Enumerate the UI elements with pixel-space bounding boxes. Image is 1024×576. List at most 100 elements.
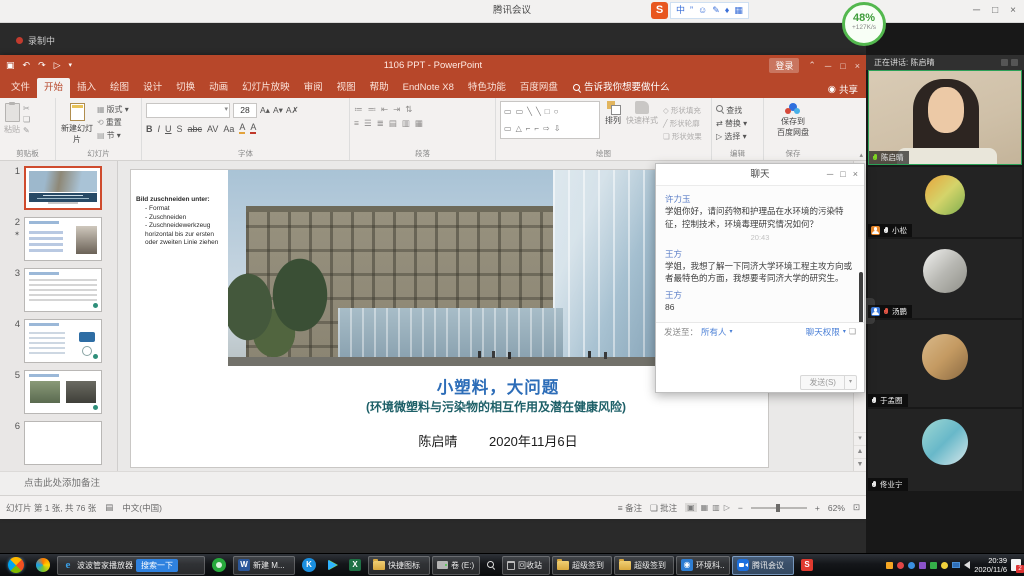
shape-effects-button[interactable]: ❏ 形状效果 (663, 131, 702, 142)
arrange-button[interactable]: 排列 (605, 101, 621, 142)
participant-tile-3[interactable]: 汤鹏 (868, 239, 1022, 318)
numbering-icon[interactable]: ≕ (368, 104, 377, 115)
thumbnail-slide-1[interactable] (24, 166, 102, 210)
save-to-baidu-button[interactable]: 保存到 百度网盘 (768, 103, 818, 138)
close-icon[interactable]: × (855, 61, 860, 71)
slideshow-view-icon[interactable]: ▷ (724, 503, 730, 512)
share-button[interactable]: ◉ 共享 (828, 82, 858, 96)
emoji-icon[interactable]: ☺ (698, 3, 707, 18)
chinese-mode-icon[interactable]: 中 (676, 3, 685, 18)
shape-fill-button[interactable]: ◇ 形状填充 (663, 105, 702, 116)
tray-volume-icon[interactable] (964, 561, 970, 569)
start-button[interactable] (3, 556, 29, 575)
chat-minimize-icon[interactable]: ─ (827, 164, 833, 185)
align-center-icon[interactable]: ☰ (364, 118, 372, 129)
normal-view-icon[interactable]: ▣ (685, 503, 697, 512)
ribbon-options-icon[interactable]: ⌃ (808, 60, 816, 71)
participant-tile-1[interactable]: 陈启晴 (868, 70, 1022, 165)
zoom-in-icon[interactable]: + (815, 503, 820, 513)
paste-button[interactable]: 粘贴 (4, 101, 20, 150)
system-tray[interactable]: 20:39 2020/11/6 2 (886, 556, 1021, 575)
net-speed-ball[interactable]: 48% +127K/s (842, 2, 886, 46)
chat-message-list[interactable]: 许力玉 学姐你好，请问药物和护理品在水环境的污染特征，控制技术，环境毒理研究情况… (656, 186, 864, 322)
chevron-down-icon[interactable]: ▾ (730, 328, 733, 335)
login-button[interactable]: 登录 (769, 58, 799, 73)
taskbar-env-app[interactable]: ◉ 环境科.. (676, 556, 730, 575)
tray-app-icon[interactable] (919, 562, 926, 569)
participant-tile-5[interactable]: 佟业宁 (868, 409, 1022, 491)
window-restore-icon[interactable]: □ (992, 0, 998, 22)
italic-button[interactable]: I (158, 124, 161, 134)
tab-slideshow[interactable]: 幻灯片放映 (235, 78, 297, 98)
zoom-out-icon[interactable]: − (738, 503, 743, 513)
copy-icon[interactable]: ❏ (23, 115, 30, 124)
shape-outline-button[interactable]: ╱ 形状轮廓 (663, 118, 702, 129)
taskbar-player-window[interactable]: e 波波管家播放器 搜索一下 (57, 556, 205, 575)
sorter-view-icon[interactable]: ▦ (701, 503, 709, 512)
window-close-icon[interactable]: × (1010, 0, 1016, 22)
columns-icon[interactable]: ▥ (402, 118, 410, 129)
zoom-level[interactable]: 62% (828, 503, 845, 513)
tab-file[interactable]: 文件 (4, 78, 37, 98)
indent-decrease-icon[interactable]: ⇤ (381, 104, 388, 115)
bullets-icon[interactable]: ≔ (354, 104, 363, 115)
tray-app-icon[interactable] (897, 562, 904, 569)
cut-icon[interactable]: ✂ (23, 104, 30, 113)
taskbar-tencent-meeting[interactable]: 腾讯会议 (732, 556, 794, 575)
align-left-icon[interactable]: ≡ (354, 118, 359, 129)
reset-button[interactable]: ⟲重置 (97, 117, 129, 128)
comments-toggle[interactable]: ❏ 批注 (650, 502, 677, 514)
tab-transitions[interactable]: 切换 (169, 78, 202, 98)
line-spacing-icon[interactable]: ⇅ (405, 104, 412, 115)
taskbar-sogou-browser[interactable] (31, 556, 55, 575)
clear-format-icon[interactable]: A✗ (286, 105, 299, 116)
thumbnail-slide-6[interactable] (24, 421, 102, 465)
underline-button[interactable]: U (165, 124, 172, 134)
participant-tile-4[interactable]: 于孟圈 (868, 320, 1022, 407)
tray-app-icon[interactable] (908, 562, 915, 569)
char-spacing-button[interactable]: AV (207, 124, 218, 134)
tab-design[interactable]: 设计 (136, 78, 169, 98)
text-direction-icon[interactable]: ▦ (415, 118, 423, 129)
input-method-toolbar[interactable]: S 中 ” ☺ ✎ ♦ ▦ (651, 2, 749, 19)
toolbox-icon[interactable]: ▦ (734, 3, 743, 18)
taskbar-tencent-video[interactable] (323, 556, 342, 575)
thumbnail-slide-4[interactable] (24, 319, 102, 363)
chat-scrollbar-thumb[interactable] (859, 272, 863, 322)
thumbnail-slide-2[interactable] (24, 217, 102, 261)
indent-increase-icon[interactable]: ⇥ (393, 104, 400, 115)
slide-thumbnail-panel[interactable]: 1 2✶ (0, 161, 118, 471)
tab-view[interactable]: 视图 (330, 78, 363, 98)
taskbar-green-app[interactable] (207, 556, 231, 575)
tab-help[interactable]: 帮助 (363, 78, 396, 98)
chat-maximize-icon[interactable]: □ (840, 164, 845, 185)
tell-me-box[interactable]: 告诉我你想要做什么 (573, 78, 670, 98)
taskbar-clock[interactable]: 20:39 2020/11/6 (974, 556, 1007, 575)
tray-network-icon[interactable] (952, 562, 960, 568)
taskbar-sogou-ime[interactable]: S (796, 556, 818, 575)
zoom-slider[interactable] (751, 507, 807, 509)
sogou-logo-icon[interactable]: S (651, 2, 668, 19)
chat-titlebar[interactable]: 聊天 ─ □ × (656, 164, 864, 186)
chat-permission-select[interactable]: 聊天权限 (806, 326, 840, 338)
tab-animations[interactable]: 动画 (202, 78, 235, 98)
tab-baidu[interactable]: 百度网盘 (513, 78, 565, 98)
zoom-knob[interactable] (776, 504, 780, 512)
notes-toggle[interactable]: ≡ 备注 (618, 502, 642, 514)
format-painter-icon[interactable]: ✎ (23, 126, 30, 135)
popout-icon[interactable]: ❏ (849, 327, 856, 336)
tab-home[interactable]: 开始 (37, 78, 70, 98)
next-slide-icon[interactable]: ▼ (854, 458, 866, 471)
notes-placeholder[interactable]: 点击此处添加备注 (0, 471, 866, 495)
quick-styles-button[interactable]: 快速样式 (626, 101, 658, 142)
proofing-icon[interactable]: ▤ (105, 502, 113, 513)
font-size-input[interactable]: 28 (233, 103, 257, 118)
punctuation-icon[interactable]: ” (690, 3, 693, 18)
participant-tile-2[interactable]: 小松 (868, 167, 1022, 237)
shadow-button[interactable]: S (177, 124, 183, 134)
taskbar-magnifier[interactable] (482, 556, 500, 575)
strikethrough-button[interactable]: abc (188, 124, 203, 134)
handwriting-icon[interactable]: ✎ (712, 3, 720, 18)
chat-close-icon[interactable]: × (853, 164, 858, 185)
layout-option-icon[interactable] (1011, 59, 1018, 66)
